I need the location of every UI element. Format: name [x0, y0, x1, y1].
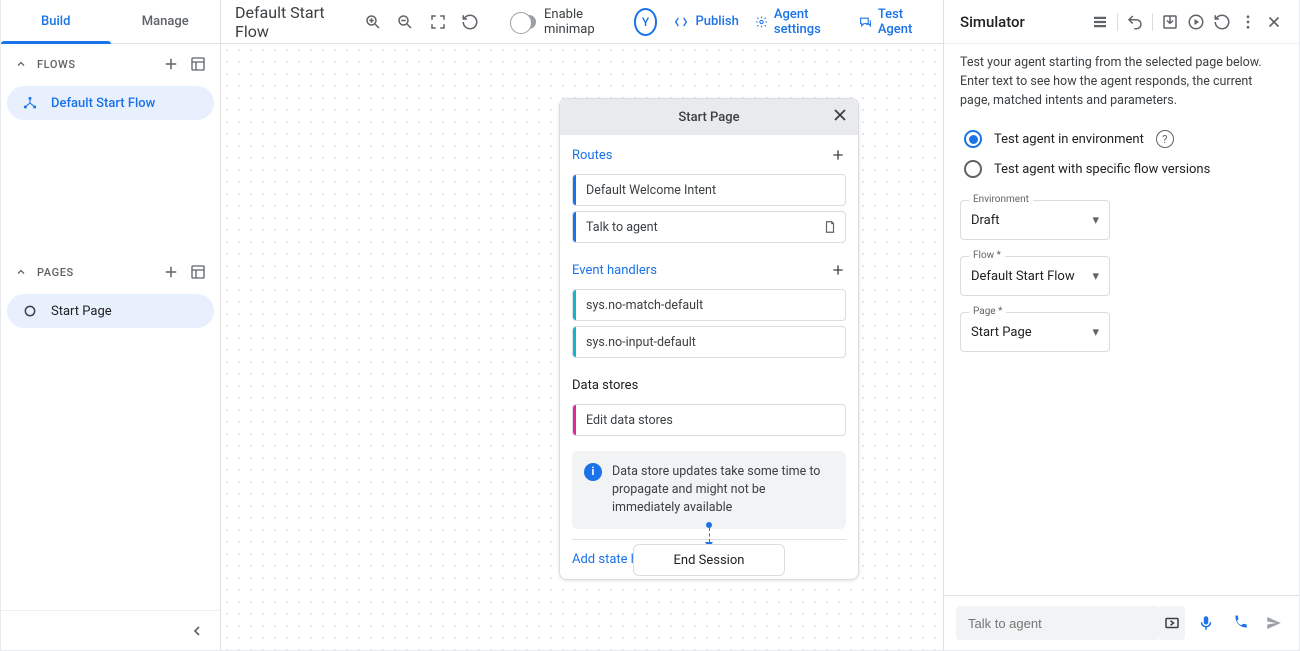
collapse-sidebar-button[interactable]	[184, 618, 210, 644]
page-start-icon	[21, 304, 39, 318]
simulator-title: Simulator	[960, 13, 1087, 31]
minimap-label: Enable minimap	[544, 7, 624, 37]
reset-view-button[interactable]	[459, 9, 482, 35]
page-item-start[interactable]: Start Page	[7, 294, 214, 328]
edit-data-stores-item[interactable]: Edit data stores	[572, 404, 846, 436]
simulator-input-row	[944, 595, 1299, 650]
dropdown-caret-icon: ▾	[1092, 325, 1099, 340]
tab-build[interactable]: Build	[1, 0, 111, 43]
radio-test-environment[interactable]: Test agent in environment ?	[964, 124, 1283, 154]
add-page-button[interactable]	[162, 263, 180, 281]
microphone-icon[interactable]	[1193, 614, 1219, 632]
agent-settings-button[interactable]: Agent settings	[755, 7, 843, 37]
simulator-description: Test your agent starting from the select…	[944, 44, 1299, 120]
close-simulator-button[interactable]	[1261, 9, 1287, 35]
sidebar: Build Manage FLOWS Default Start Flow	[1, 0, 221, 650]
chevron-up-icon[interactable]	[15, 266, 27, 278]
send-icon[interactable]	[1261, 614, 1287, 632]
routes-section[interactable]: Routes	[572, 141, 846, 169]
zoom-in-button[interactable]	[361, 9, 384, 35]
dropdown-caret-icon: ▾	[1092, 213, 1099, 228]
pages-label: PAGES	[37, 266, 74, 279]
flow-icon	[21, 95, 39, 111]
end-session-node[interactable]: End Session	[633, 544, 785, 576]
chevron-up-icon[interactable]	[15, 58, 27, 70]
simulator-header: Simulator	[944, 0, 1299, 44]
tab-manage[interactable]: Manage	[111, 0, 221, 43]
pages-section-header: PAGES	[1, 252, 220, 292]
flow-select[interactable]: Flow * Default Start Flow ▾	[960, 256, 1110, 296]
node-header[interactable]: Start Page	[560, 99, 858, 135]
start-page-node[interactable]: Start Page Routes Default Welcome Intent	[559, 98, 859, 580]
reset-simulator-button[interactable]	[1209, 9, 1235, 35]
flow-item-default[interactable]: Default Start Flow	[7, 86, 214, 120]
canvas-toolbar: Default Start Flow Enable minimap Y Publ…	[221, 0, 943, 44]
event-handlers-section[interactable]: Event handlers	[572, 256, 846, 284]
call-icon[interactable]	[1227, 614, 1253, 632]
play-button[interactable]	[1183, 9, 1209, 35]
page-icon	[823, 220, 837, 234]
radio-test-flow-versions[interactable]: Test agent with specific flow versions	[964, 154, 1283, 184]
simulator-input[interactable]	[956, 606, 1159, 640]
radio-icon	[964, 130, 982, 148]
zoom-out-button[interactable]	[394, 9, 417, 35]
undo-button[interactable]	[1122, 9, 1148, 35]
flow-item-label: Default Start Flow	[51, 96, 155, 111]
test-agent-button[interactable]: Test Agent	[859, 7, 929, 37]
download-button[interactable]	[1157, 9, 1183, 35]
page-item-label: Start Page	[51, 304, 112, 319]
flow-title: Default Start Flow	[235, 3, 345, 41]
radio-icon	[964, 160, 982, 178]
data-store-info: i Data store updates take some time to p…	[572, 451, 846, 529]
node-title: Start Page	[678, 110, 739, 125]
publish-button[interactable]: Publish	[673, 14, 738, 30]
fit-view-button[interactable]	[427, 9, 450, 35]
flows-label: FLOWS	[37, 58, 76, 71]
simulator-panel: Simulator Test your agent starting from …	[943, 0, 1299, 650]
add-flow-button[interactable]	[162, 55, 180, 73]
route-item[interactable]: Talk to agent	[572, 211, 846, 243]
toggle-switch-icon[interactable]	[512, 15, 536, 29]
event-handler-item[interactable]: sys.no-match-default	[572, 289, 846, 321]
flows-layout-button[interactable]	[190, 56, 206, 72]
input-submit-icon[interactable]	[1159, 606, 1185, 640]
flow-canvas[interactable]: Start Page Routes Default Welcome Intent	[221, 44, 943, 650]
flows-section-header: FLOWS	[1, 44, 220, 84]
add-route-button[interactable]	[830, 147, 846, 163]
view-mode-button[interactable]	[1087, 9, 1113, 35]
close-node-button[interactable]	[830, 105, 850, 125]
sidebar-tabs: Build Manage	[1, 0, 220, 44]
add-event-handler-button[interactable]	[830, 262, 846, 278]
environment-select[interactable]: Environment Draft ▾	[960, 200, 1110, 240]
main-canvas-area: Default Start Flow Enable minimap Y Publ…	[221, 0, 943, 650]
page-select[interactable]: Page * Start Page ▾	[960, 312, 1110, 352]
pages-layout-button[interactable]	[190, 264, 206, 280]
more-options-button[interactable]	[1235, 9, 1261, 35]
route-item[interactable]: Default Welcome Intent	[572, 174, 846, 206]
event-handler-item[interactable]: sys.no-input-default	[572, 326, 846, 358]
dropdown-caret-icon: ▾	[1092, 269, 1099, 284]
minimap-toggle[interactable]: Enable minimap	[512, 7, 624, 37]
info-icon: i	[584, 463, 602, 481]
help-icon[interactable]: ?	[1156, 130, 1174, 148]
avatar[interactable]: Y	[634, 8, 658, 36]
datastores-section: Data stores	[572, 371, 846, 399]
